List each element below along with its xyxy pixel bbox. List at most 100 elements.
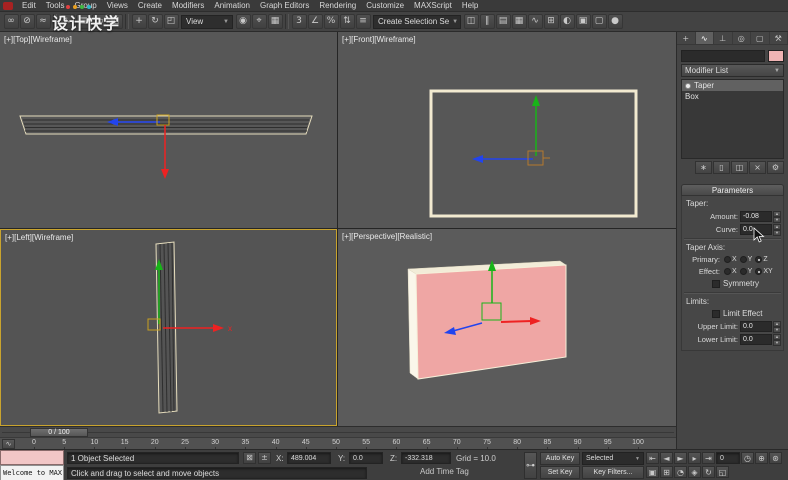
object-name-field[interactable] (681, 49, 765, 62)
time-slider-track[interactable]: 0 / 100 (0, 426, 676, 437)
curve-field[interactable]: 0.0 (740, 223, 772, 235)
schematic-view-icon[interactable]: ⊞ (543, 14, 559, 29)
snap-toggle-3d-icon[interactable]: 3 (291, 14, 307, 29)
primary-z-radio[interactable] (755, 256, 763, 263)
curve-spinner[interactable]: ▲ ▼ (773, 223, 781, 236)
set-keys-button[interactable]: ⊶ (524, 452, 537, 479)
zoom-button[interactable]: ⊕ (755, 452, 768, 464)
set-key-button[interactable]: Set Key (540, 466, 580, 479)
amount-spinner[interactable]: ▲ ▼ (773, 210, 781, 223)
move-gizmo-front[interactable] (472, 95, 550, 166)
menu-graph-editors[interactable]: Graph Editors (255, 0, 314, 12)
key-filters-button[interactable]: Key Filters... (582, 466, 644, 479)
zoom-extents-all-button[interactable]: ⊞ (660, 466, 673, 478)
field-of-view-button[interactable]: ◔ (674, 466, 687, 478)
viewport-front-label[interactable]: [+][Front][Wireframe] (342, 35, 416, 44)
absolute-offset-mode-icon[interactable]: ± (258, 452, 271, 464)
limit-effect-checkbox[interactable] (712, 309, 720, 318)
zoom-all-button[interactable]: ⊛ (769, 452, 782, 464)
rendered-frame-window-icon[interactable]: ▢ (591, 14, 607, 29)
menu-modifiers[interactable]: Modifiers (167, 0, 209, 12)
open-mini-curve-editor-button[interactable]: ∿ (2, 439, 15, 449)
add-time-tag[interactable]: Add Time Tag (420, 467, 524, 479)
menu-edit[interactable]: Edit (17, 0, 41, 12)
time-configuration-button[interactable]: ◷ (741, 452, 754, 464)
go-to-end-button[interactable]: ⇥ (702, 452, 715, 464)
select-and-manipulate-icon[interactable]: ⌖ (251, 14, 267, 29)
keyboard-shortcut-override-icon[interactable]: ▦ (267, 14, 283, 29)
menu-animation[interactable]: Animation (209, 0, 255, 12)
track-bar[interactable]: ∿ 0 5 10 15 20 25 30 35 40 45 50 55 60 65 70 75 80 85 90 95… (0, 437, 676, 450)
align-icon[interactable]: ∥ (479, 14, 495, 29)
orbit-button[interactable]: ↻ (702, 466, 715, 478)
tab-motion[interactable]: ◎ (733, 32, 751, 44)
viewport-front[interactable]: [+][Front][Wireframe] (338, 32, 676, 228)
modifier-list-dropdown[interactable]: Modifier List ▼ (681, 64, 784, 77)
select-and-link-icon[interactable]: ∞ (3, 14, 19, 29)
menu-customize[interactable]: Customize (361, 0, 409, 12)
named-selection-sets-dropdown[interactable]: Create Selection Se ▼ (373, 14, 461, 29)
menu-maxscript[interactable]: MAXScript (409, 0, 457, 12)
viewport-top[interactable]: [+][Top][Wireframe] (0, 32, 337, 228)
select-and-move-icon[interactable]: + (131, 14, 147, 29)
upper-limit-field[interactable]: 0.0 (740, 320, 772, 332)
maxscript-mini-listener-pink[interactable] (0, 450, 64, 465)
menu-rendering[interactable]: Rendering (314, 0, 361, 12)
select-and-rotate-icon[interactable]: ↻ (147, 14, 163, 29)
tab-create[interactable]: + (677, 32, 696, 44)
menu-help[interactable]: Help (457, 0, 483, 12)
curve-editor-icon[interactable]: ∿ (527, 14, 543, 29)
configure-modifier-sets-button[interactable]: ⚙ (767, 161, 784, 174)
auto-key-button[interactable]: Auto Key (540, 452, 580, 465)
percent-snap-icon[interactable]: % (323, 14, 339, 29)
effect-x-radio[interactable] (724, 268, 731, 275)
move-gizmo-top[interactable] (107, 114, 170, 179)
material-editor-icon[interactable]: ◐ (559, 14, 575, 29)
menu-group[interactable]: Group (69, 0, 101, 12)
modifier-stack[interactable]: Taper Box (681, 79, 784, 159)
render-setup-icon[interactable]: ▣ (575, 14, 591, 29)
effect-xy-radio[interactable] (755, 268, 763, 275)
graphite-ribbon-icon[interactable]: ▦ (511, 14, 527, 29)
menu-views[interactable]: Views (102, 0, 133, 12)
tab-hierarchy[interactable]: ⊥ (714, 32, 733, 44)
bind-to-space-warp-icon[interactable]: ≈ (35, 14, 51, 29)
render-production-icon[interactable]: ● (607, 14, 623, 29)
tab-modify[interactable]: ∿ (695, 32, 714, 44)
select-by-name-icon[interactable]: ▤ (75, 14, 91, 29)
modifier-stack-item-taper[interactable]: Taper (682, 80, 783, 91)
z-coord-field[interactable]: -332.318 (401, 452, 451, 464)
previous-frame-button[interactable]: ◄ (660, 452, 673, 464)
primary-y-radio[interactable] (739, 256, 747, 263)
show-end-result-button[interactable]: ▯ (713, 161, 730, 174)
edit-named-selection-sets-icon[interactable]: ≡ (355, 14, 371, 29)
current-frame-field[interactable]: 0 (716, 452, 740, 464)
selection-lock-icon[interactable]: ⊠ (243, 452, 256, 464)
reference-coordinate-system-dropdown[interactable]: View ▼ (181, 14, 233, 29)
tab-display[interactable]: ▢ (751, 32, 770, 44)
lower-limit-field[interactable]: 0.0 (740, 333, 772, 345)
key-mode-dropdown[interactable]: Selected ▼ (582, 452, 644, 465)
spinner-snap-icon[interactable]: ⇅ (339, 14, 355, 29)
y-coord-field[interactable]: 0.0 (349, 452, 383, 464)
modifier-visibility-bulb-icon[interactable] (685, 82, 691, 89)
remove-modifier-button[interactable]: × (749, 161, 766, 174)
unlink-selection-icon[interactable]: ⊘ (19, 14, 35, 29)
app-logo-icon[interactable] (3, 1, 13, 10)
upper-limit-spinner[interactable]: ▲ ▼ (773, 320, 781, 333)
symmetry-checkbox[interactable] (712, 279, 720, 288)
modifier-stack-item-box[interactable]: Box (682, 91, 783, 102)
pin-stack-button[interactable]: ∗ (695, 161, 712, 174)
next-frame-button[interactable]: ▸ (688, 452, 701, 464)
effect-y-radio[interactable] (739, 268, 747, 275)
viewport-perspective-label[interactable]: [+][Perspective][Realistic] (342, 232, 432, 241)
viewport-perspective[interactable]: [+][Perspective][Realistic] (338, 229, 676, 426)
zoom-extents-button[interactable]: ▣ (646, 466, 659, 478)
angle-snap-icon[interactable]: ∠ (307, 14, 323, 29)
menu-tools[interactable]: Tools (41, 0, 70, 12)
use-pivot-point-center-icon[interactable]: ◉ (235, 14, 251, 29)
viewport-left-active[interactable]: [+][Left][Wireframe] x (0, 229, 337, 426)
x-coord-field[interactable]: 489.004 (287, 452, 331, 464)
select-and-scale-icon[interactable]: ◰ (163, 14, 179, 29)
primary-x-radio[interactable] (724, 256, 731, 263)
